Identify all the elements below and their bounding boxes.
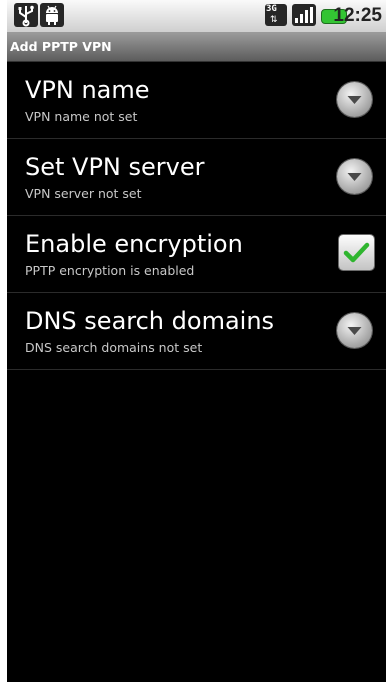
pref-dns-search-domains[interactable]: DNS search domains DNS search domains no… [7,293,386,370]
signal-bar [300,14,303,23]
preference-list: VPN name VPN name not set Set VPN server… [7,62,386,370]
pref-title: Set VPN server [25,153,205,181]
check-mark-icon [343,242,370,263]
phone-screen: 3G ⇅ 12:25 Add PPTP VPN VPN name VPN nam… [7,0,386,682]
3g-data-icon: 3G ⇅ [265,4,287,26]
pref-summary: PPTP encryption is enabled [25,263,195,278]
signal-bar [310,7,313,23]
signal-strength-icon [292,4,316,26]
pref-title: Enable encryption [25,230,243,258]
pref-enable-encryption[interactable]: Enable encryption PPTP encryption is ena… [7,216,386,293]
signal-bar [305,10,308,23]
network-type-label: 3G [266,4,277,14]
status-bar: 3G ⇅ 12:25 [7,0,386,33]
page-title: Add PPTP VPN [10,39,112,54]
dropdown-arrow-icon[interactable] [337,159,372,194]
pref-vpn-server[interactable]: Set VPN server VPN server not set [7,139,386,216]
data-activity-arrows: ⇅ [270,15,278,25]
dropdown-arrow-icon[interactable] [337,313,372,348]
status-time: 12:25 [333,5,382,26]
android-notification-icon [40,3,64,27]
signal-bar [295,18,298,23]
dropdown-arrow-icon[interactable] [337,82,372,117]
title-bar: Add PPTP VPN [7,33,386,62]
pref-summary: DNS search domains not set [25,340,203,355]
pref-summary: VPN name not set [25,109,138,124]
pref-summary: VPN server not set [25,186,142,201]
pref-vpn-name[interactable]: VPN name VPN name not set [7,62,386,139]
usb-icon [14,3,38,27]
encryption-checkbox[interactable] [339,235,374,270]
pref-title: VPN name [25,76,150,104]
pref-title: DNS search domains [25,307,275,335]
